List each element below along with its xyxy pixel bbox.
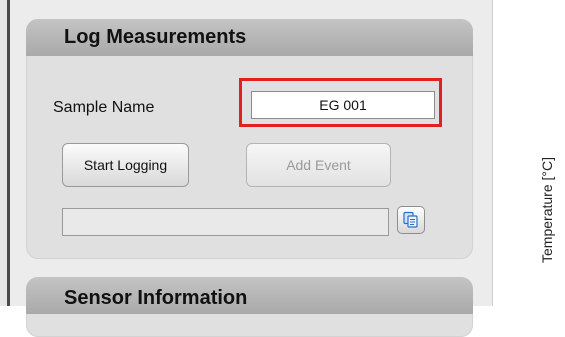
sensor-information-header: Sensor Information <box>26 277 473 314</box>
sample-name-label: Sample Name <box>53 99 155 116</box>
sensor-information-title: Sensor Information <box>64 287 248 309</box>
file-path-input[interactable] <box>62 208 389 236</box>
sample-name-input[interactable] <box>251 91 435 119</box>
log-measurements-header: Log Measurements <box>26 19 473 56</box>
log-measurements-title: Log Measurements <box>64 26 247 48</box>
browse-file-button[interactable] <box>397 206 425 234</box>
sensor-information-group: Sensor Information <box>26 277 473 337</box>
add-event-button[interactable]: Add Event <box>246 143 391 187</box>
copy-icon <box>403 211 418 228</box>
start-logging-button[interactable]: Start Logging <box>62 143 189 187</box>
y-axis-label: Temperature [°C] <box>539 157 555 263</box>
